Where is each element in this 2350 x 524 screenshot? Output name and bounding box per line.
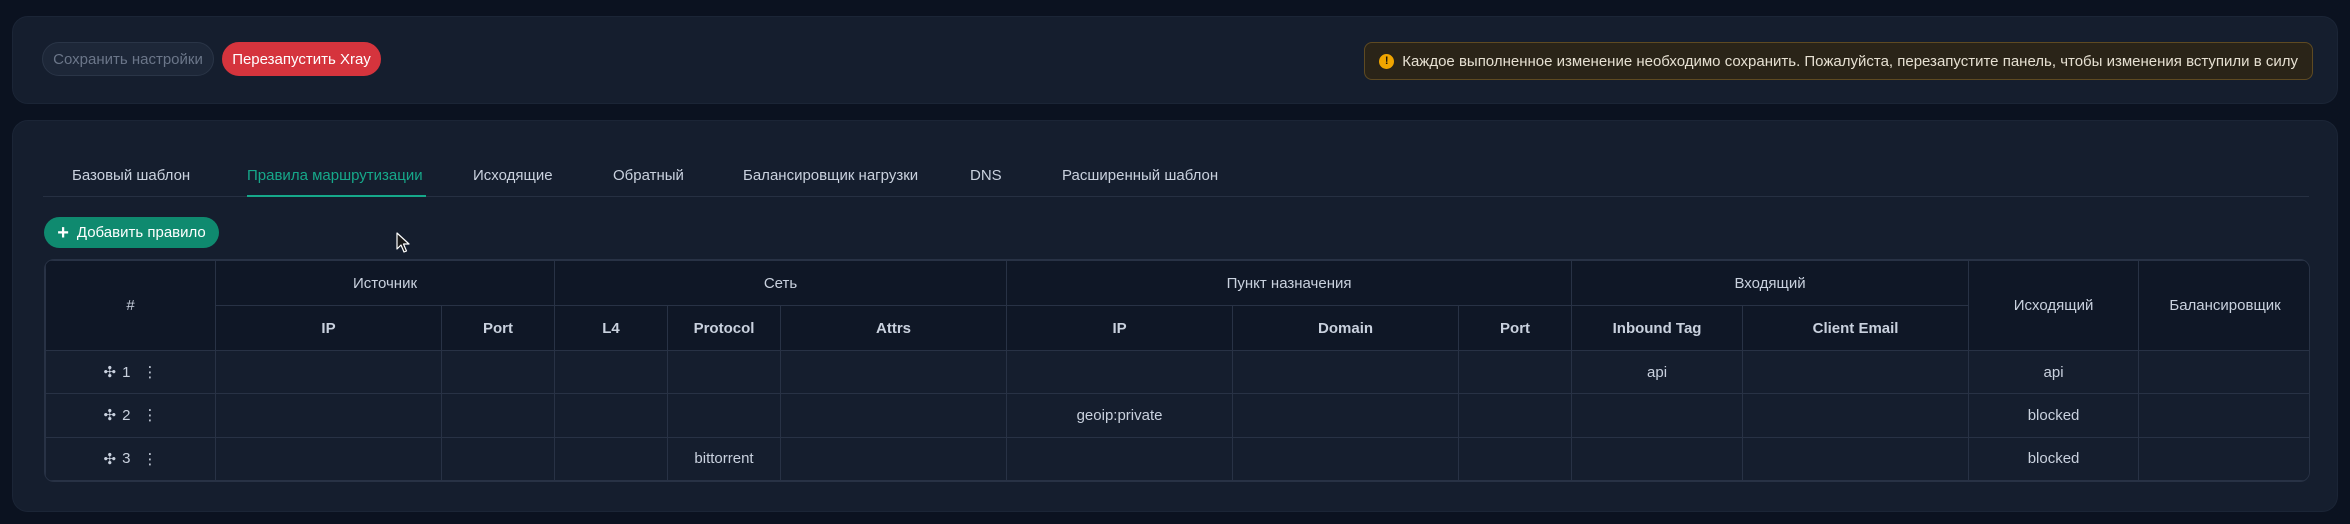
- cell-source-port: [440, 393, 556, 438]
- col-header-inbound-tag: Inbound Tag: [1571, 305, 1744, 351]
- cell-source-ip: [215, 349, 442, 395]
- cell-l4: [554, 436, 669, 481]
- row-number-cell: ✣ 3 ⋮: [45, 436, 216, 481]
- restart-xray-button[interactable]: Перезапустить Xray: [222, 42, 381, 76]
- warning-icon: !: [1379, 53, 1395, 69]
- cell-l4: [554, 349, 669, 395]
- col-header-number: #: [45, 260, 216, 351]
- add-rule-button[interactable]: + Добавить правило: [44, 217, 219, 248]
- row-number-cell: ✣ 1 ⋮: [45, 349, 216, 395]
- group-header-network: Сеть: [554, 260, 1008, 306]
- cell-outbound: blocked: [1968, 393, 2140, 438]
- col-header-protocol: Protocol: [667, 305, 782, 351]
- toolbar-card: Сохранить настройки Перезапустить Xray !…: [12, 16, 2338, 104]
- tab-outbounds[interactable]: Исходящие: [473, 157, 553, 197]
- tab-advanced-template[interactable]: Расширенный шаблон: [1062, 157, 1218, 197]
- cell-dest-port: [1458, 349, 1573, 395]
- cell-source-ip: [215, 393, 442, 438]
- tab-load-balancer[interactable]: Балансировщик нагрузки: [743, 157, 918, 197]
- tab-basic-template[interactable]: Базовый шаблон: [72, 157, 190, 197]
- cell-outbound: blocked: [1968, 436, 2140, 481]
- drag-handle-icon[interactable]: ✣: [104, 450, 117, 468]
- row-number: 3: [122, 450, 131, 468]
- cell-inbound-tag: [1571, 393, 1744, 438]
- cell-source-ip: [215, 436, 442, 481]
- cell-balancer: [2138, 436, 2309, 481]
- routing-rules-table: # Источник Сеть Пункт назначения Входящи…: [44, 259, 2310, 482]
- col-header-l4: L4: [554, 305, 669, 351]
- cell-source-port: [440, 436, 556, 481]
- routing-card: Базовый шаблон Правила маршрутизации Исх…: [12, 120, 2338, 512]
- cell-client-email: [1742, 349, 1970, 395]
- row-number: 2: [122, 406, 131, 424]
- tab-reverse[interactable]: Обратный: [613, 157, 684, 197]
- cell-client-email: [1742, 436, 1970, 481]
- more-vertical-icon[interactable]: ⋮: [142, 406, 157, 424]
- tab-bar: Базовый шаблон Правила маршрутизации Исх…: [43, 157, 2309, 197]
- col-header-dest-ip: IP: [1006, 305, 1234, 351]
- cell-client-email: [1742, 393, 1970, 438]
- table-row: ✣ 1 ⋮ api api: [45, 349, 2309, 395]
- more-vertical-icon[interactable]: ⋮: [142, 363, 157, 381]
- tab-dns[interactable]: DNS: [970, 157, 1002, 197]
- row-number: 1: [122, 363, 131, 381]
- cell-balancer: [2138, 393, 2309, 438]
- col-header-client-email: Client Email: [1742, 305, 1970, 351]
- col-header-balancer: Балансировщик: [2138, 260, 2309, 351]
- cell-dest-port: [1458, 436, 1573, 481]
- cell-domain: [1232, 393, 1460, 438]
- col-header-dest-port: Port: [1458, 305, 1573, 351]
- table-row: ✣ 2 ⋮ geoip:private blocked: [45, 393, 2309, 438]
- group-header-network-label: Сеть: [763, 274, 798, 292]
- group-header-destination: Пункт назначения: [1006, 260, 1573, 306]
- cell-attrs: [780, 436, 1008, 481]
- save-warning-alert: ! Каждое выполненное изменение необходим…: [1364, 42, 2313, 80]
- cell-attrs: [780, 349, 1008, 395]
- drag-handle-icon[interactable]: ✣: [104, 363, 117, 381]
- plus-icon: +: [57, 221, 69, 244]
- cell-outbound: api: [1968, 349, 2140, 395]
- cell-dest-ip: [1006, 436, 1234, 481]
- group-header-inbound: Входящий: [1571, 260, 1970, 306]
- col-header-attrs: Attrs: [780, 305, 1008, 351]
- cell-balancer: [2138, 349, 2309, 395]
- tab-routing-rules[interactable]: Правила маршрутизации: [247, 157, 426, 197]
- group-header-source: Источник: [214, 260, 556, 306]
- cell-source-port: [440, 349, 556, 395]
- cell-dest-ip: geoip:private: [1006, 393, 1234, 438]
- col-header-source-port: Port: [440, 305, 556, 351]
- col-header-outbound: Исходящий: [1968, 260, 2140, 351]
- save-settings-button[interactable]: Сохранить настройки: [42, 42, 214, 76]
- cell-dest-port: [1458, 393, 1573, 438]
- alert-text: Каждое выполненное изменение необходимо …: [1402, 52, 2298, 70]
- table-row: ✣ 3 ⋮ bittorrent blocked: [45, 436, 2309, 481]
- cell-protocol: [667, 349, 782, 395]
- drag-handle-icon[interactable]: ✣: [104, 406, 117, 424]
- cell-protocol: [667, 393, 782, 438]
- cell-domain: [1232, 349, 1460, 395]
- cell-dest-ip: [1006, 349, 1234, 395]
- cell-l4: [554, 393, 669, 438]
- row-number-cell: ✣ 2 ⋮: [45, 393, 216, 438]
- cell-attrs: [780, 393, 1008, 438]
- cell-protocol: bittorrent: [667, 436, 782, 481]
- more-vertical-icon[interactable]: ⋮: [142, 450, 157, 468]
- mouse-cursor-icon: [396, 232, 410, 253]
- col-header-domain: Domain: [1232, 305, 1460, 351]
- cell-inbound-tag: [1571, 436, 1744, 481]
- add-rule-label: Добавить правило: [76, 224, 206, 241]
- cell-inbound-tag: api: [1571, 349, 1744, 395]
- cell-domain: [1232, 436, 1460, 481]
- col-header-source-ip: IP: [215, 305, 442, 351]
